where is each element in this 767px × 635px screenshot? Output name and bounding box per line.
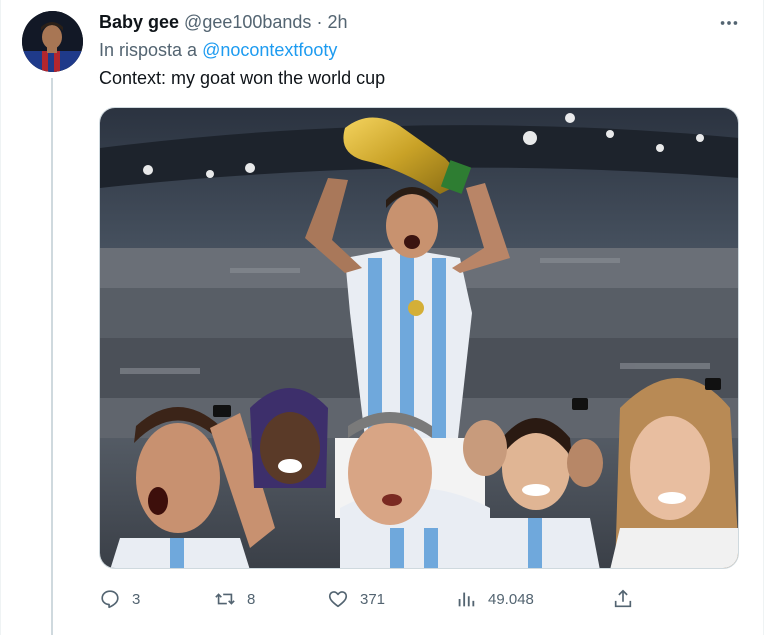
frame-left-border — [0, 0, 1, 635]
reply-button[interactable]: 3 — [99, 584, 140, 614]
retweet-button[interactable]: 8 — [214, 584, 255, 614]
like-button[interactable]: 371 — [327, 584, 385, 614]
thread-line — [51, 78, 53, 635]
views-button[interactable]: 49.048 — [455, 584, 534, 614]
like-count: 371 — [360, 590, 386, 608]
share-button[interactable] — [612, 584, 645, 614]
frame-right-border — [763, 0, 764, 635]
avatar[interactable] — [22, 11, 83, 72]
reply-context: In risposta a @nocontextfooty — [99, 40, 337, 61]
tweet-media-photo[interactable] — [99, 107, 739, 569]
reply-mention-link[interactable]: @nocontextfooty — [202, 40, 337, 60]
heart-icon — [328, 591, 348, 608]
tweet-actions-bar: 3 8 371 49.048 — [99, 584, 644, 614]
timestamp[interactable]: 2h — [327, 12, 347, 33]
separator-dot: · — [316, 12, 323, 32]
photo-meme-world-cup — [100, 108, 738, 568]
reply-count: 3 — [132, 590, 141, 608]
retweet-icon — [215, 593, 235, 605]
retweet-count: 8 — [247, 590, 256, 608]
share-icon — [614, 589, 632, 608]
views-icon — [458, 592, 475, 607]
more-horizontal-icon — [720, 21, 738, 25]
more-options-button[interactable] — [714, 12, 744, 34]
tweet-text: Context: my goat won the world cup — [99, 68, 386, 88]
reply-icon — [101, 590, 119, 609]
avatar-image — [22, 11, 83, 72]
tweet-header: Baby gee @gee100bands · 2h — [99, 12, 347, 34]
reply-prefix: In risposta a — [99, 40, 198, 60]
user-handle[interactable]: @gee100bands — [184, 12, 311, 33]
display-name[interactable]: Baby gee — [99, 12, 179, 33]
views-count: 49.048 — [488, 590, 534, 608]
